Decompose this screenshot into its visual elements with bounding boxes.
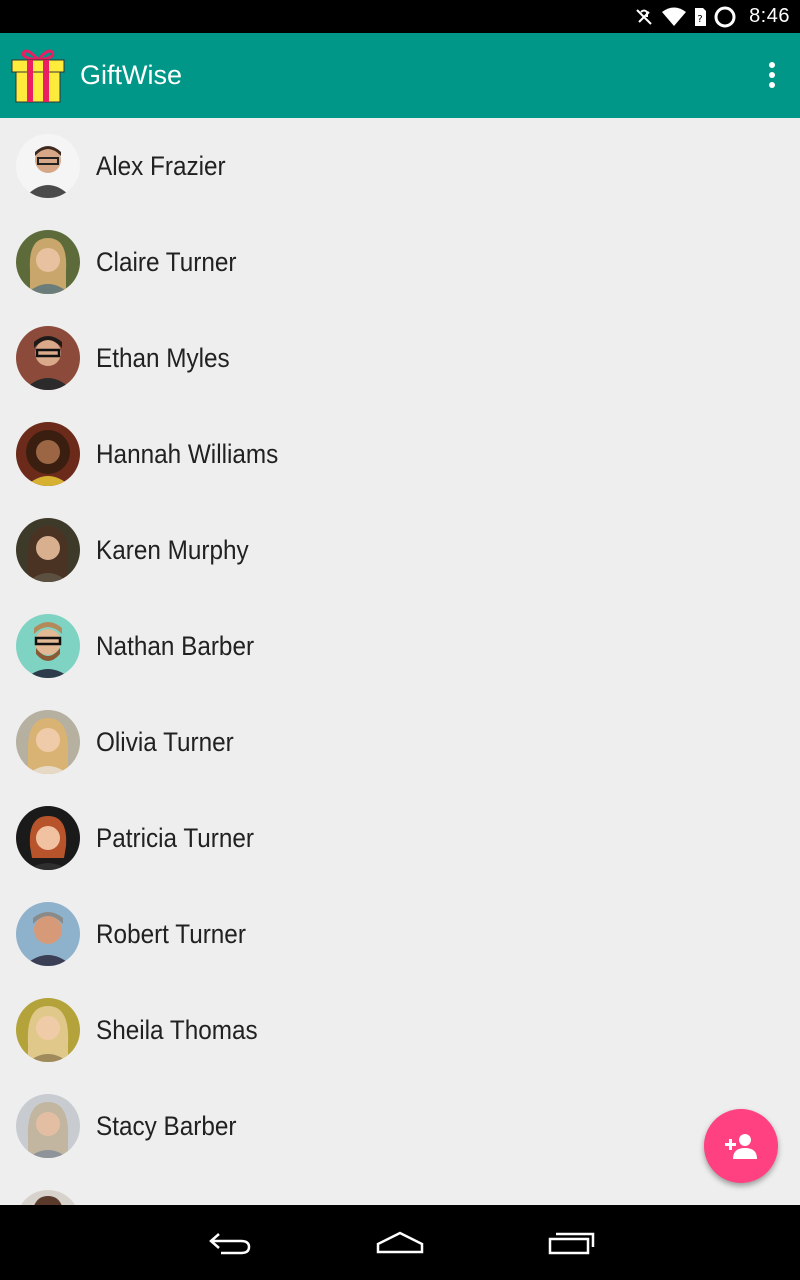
contact-name: Hannah Williams bbox=[96, 439, 279, 469]
contact-list[interactable]: Alex Frazier Claire Turner Ethan Myles H… bbox=[0, 118, 800, 1205]
app-bar: GiftWise bbox=[0, 33, 800, 118]
overflow-menu-button[interactable] bbox=[758, 55, 786, 95]
more-vert-icon-dot bbox=[769, 82, 775, 88]
contact-row[interactable]: Karen Murphy bbox=[0, 502, 800, 598]
app-title: GiftWise bbox=[80, 60, 183, 90]
contact-name: Nathan Barber bbox=[96, 631, 255, 661]
recent-apps-button[interactable] bbox=[536, 1219, 606, 1267]
wifi-icon bbox=[662, 7, 687, 26]
more-vert-icon-dot bbox=[769, 72, 775, 78]
contact-name: Stacy Barber bbox=[96, 1111, 237, 1141]
avatar bbox=[16, 230, 80, 294]
avatar bbox=[16, 422, 80, 486]
avatar bbox=[16, 518, 80, 582]
avatar bbox=[16, 902, 80, 966]
contact-row[interactable]: Sheila Thomas bbox=[0, 982, 800, 1078]
avatar bbox=[16, 614, 80, 678]
contact-row[interactable]: Alex Frazier bbox=[0, 118, 800, 214]
avatar bbox=[16, 326, 80, 390]
contact-row[interactable]: Nathan Barber bbox=[0, 598, 800, 694]
contact-name: Sheila Thomas bbox=[96, 1015, 258, 1045]
contact-name: Claire Turner bbox=[96, 247, 237, 277]
add-person-icon bbox=[725, 1134, 757, 1159]
sim-card-icon: ? bbox=[695, 7, 707, 26]
avatar bbox=[16, 1190, 80, 1205]
contact-row[interactable]: Robert Turner bbox=[0, 886, 800, 982]
status-clock: 8:46 bbox=[749, 5, 790, 27]
notifications-muted-icon bbox=[636, 8, 652, 25]
back-button[interactable] bbox=[195, 1219, 265, 1267]
status-bar: ? 8:46 bbox=[0, 0, 800, 33]
contact-name: Robert Turner bbox=[96, 919, 246, 949]
contact-name: Olivia Turner bbox=[96, 727, 234, 757]
home-button[interactable] bbox=[365, 1219, 435, 1267]
contact-name: Alex Frazier bbox=[96, 151, 226, 181]
contact-row[interactable]: Olivia Turner bbox=[0, 694, 800, 790]
contact-name: Patricia Turner bbox=[96, 823, 255, 853]
gift-logo-icon bbox=[11, 49, 65, 103]
home-icon bbox=[376, 1231, 424, 1254]
navigation-bar bbox=[0, 1205, 800, 1280]
contact-row[interactable]: Ethan Myles bbox=[0, 310, 800, 406]
avatar bbox=[16, 998, 80, 1062]
avatar bbox=[16, 1094, 80, 1158]
avatar bbox=[16, 134, 80, 198]
contact-row[interactable]: Stacy Barber bbox=[0, 1078, 800, 1174]
contact-name: Karen Murphy bbox=[96, 535, 249, 565]
avatar bbox=[16, 806, 80, 870]
battery-sync-icon bbox=[714, 6, 736, 27]
back-icon bbox=[209, 1233, 251, 1255]
svg-text:?: ? bbox=[697, 14, 702, 25]
contact-row[interactable]: Claire Turner bbox=[0, 214, 800, 310]
contact-name: Ethan Myles bbox=[96, 343, 230, 373]
contact-row[interactable]: Patricia Turner bbox=[0, 790, 800, 886]
avatar bbox=[16, 710, 80, 774]
more-vert-icon-dot bbox=[769, 62, 775, 68]
status-icons: ? 8:46 bbox=[633, 0, 790, 33]
add-person-fab[interactable] bbox=[704, 1109, 778, 1183]
recent-apps-icon bbox=[548, 1232, 595, 1255]
contact-row[interactable]: Hannah Williams bbox=[0, 406, 800, 502]
contact-row-partial[interactable] bbox=[0, 1174, 800, 1205]
